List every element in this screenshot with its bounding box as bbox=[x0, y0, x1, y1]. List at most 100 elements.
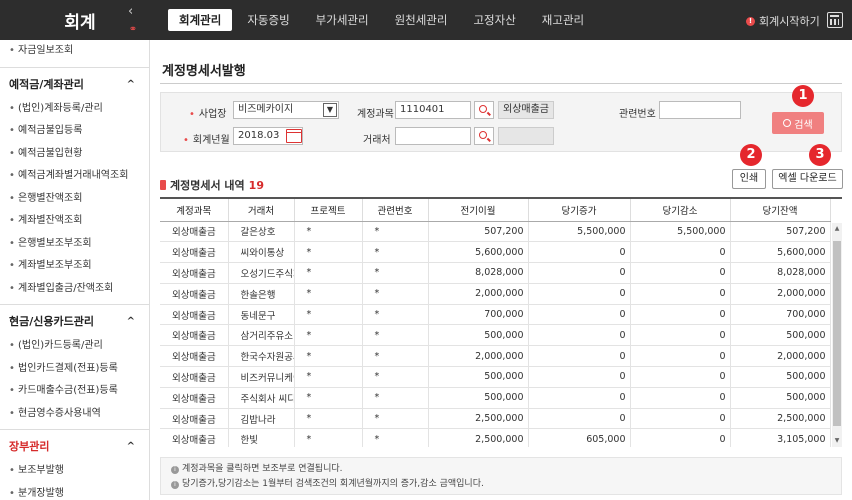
info-icon: i bbox=[171, 465, 179, 474]
table-row[interactable]: 외상매출금오성기드주식회사**8,028,000008,028,000 bbox=[160, 262, 831, 284]
table-row[interactable]: 외상매출금 한빛 * * 2,500,000 605,000 0 3,105,000 bbox=[160, 428, 831, 447]
column-header[interactable]: 프로젝트 bbox=[294, 199, 363, 222]
sidebar-item[interactable]: (법인)계좌등록/관리 bbox=[0, 98, 149, 121]
sidebar-item[interactable]: 카드매출수금(전표)등록 bbox=[0, 380, 149, 403]
column-header[interactable]: 당기증가 bbox=[528, 199, 631, 222]
table-cell[interactable]: 외상매출금 bbox=[160, 366, 229, 388]
start-accounting-button[interactable]: ! 회계시작하기 bbox=[746, 13, 820, 29]
table-cell: 8,028,000 bbox=[428, 262, 529, 284]
table-cell: * bbox=[362, 262, 429, 284]
sidebar-item[interactable]: 은행별보조부조회 bbox=[0, 233, 149, 256]
headset-icon[interactable]: ⚭ bbox=[125, 24, 141, 36]
account-code-input[interactable]: 1110401 bbox=[395, 101, 471, 119]
table-cell: 0 bbox=[630, 366, 731, 388]
table-body: 외상매출금 갈은상호 * * 507,200 5,500,000 5,500,000 507,… bbox=[160, 221, 831, 447]
table-header-row: 계정과목 거래처 프로젝트 관련번호 전기이월 당기증가 당기감소 당기잔액 bbox=[160, 199, 831, 222]
calendar-icon[interactable] bbox=[286, 129, 302, 143]
sidebar-item[interactable]: 예적금불입등록 bbox=[0, 120, 149, 143]
excel-download-button[interactable]: 엑셀 다운로드 bbox=[772, 169, 843, 189]
note-item: i 계정과목을 클릭하면 보조부로 연결됩니다. bbox=[171, 462, 831, 477]
period-label: • 회계년월 bbox=[183, 135, 230, 146]
table-cell[interactable]: 외상매출금 bbox=[160, 241, 229, 264]
table-cell[interactable]: 외상매출금 bbox=[160, 324, 229, 347]
table-row[interactable]: 외상매출금 삼거리주유소 * * 500,000 0 0 500,000 bbox=[160, 324, 831, 347]
ref-label: 관련번호 bbox=[619, 109, 656, 120]
sidebar-item[interactable]: 현금영수증사용내역 bbox=[0, 403, 149, 426]
note-item: i 당기증가,당기감소는 1월부터 검색조건의 회계년월까지의 증가,감소 금액입… bbox=[171, 477, 831, 492]
table-row[interactable]: 외상매출금 김밥나라 * * 2,500,000 0 0 2,500,000 bbox=[160, 408, 831, 430]
scrollbar-thumb[interactable] bbox=[833, 241, 841, 426]
table-cell: 2,000,000 bbox=[730, 283, 831, 305]
calculator-icon[interactable] bbox=[827, 12, 843, 28]
search-button[interactable]: 검색 bbox=[772, 112, 824, 134]
print-button[interactable]: 인쇄 bbox=[732, 169, 766, 189]
scroll-up-icon[interactable]: ▲ bbox=[832, 225, 842, 235]
table-cell: 0 bbox=[630, 304, 731, 326]
table-row[interactable]: 외상매출금 갈은상호 * * 507,200 5,500,000 5,500,000 507,… bbox=[160, 221, 831, 243]
column-header[interactable]: 관련번호 bbox=[362, 199, 429, 222]
table-cell[interactable]: 외상매출금 bbox=[160, 221, 229, 243]
sidebar-item[interactable]: 계좌별보조부조회 bbox=[0, 255, 149, 278]
sidebar-item[interactable]: (법인)카드등록/관리 bbox=[0, 335, 149, 358]
sidebar-group-deposits[interactable]: 예적금/계좌관리 ^ bbox=[0, 72, 149, 98]
nav-withholding[interactable]: 원천세관리 bbox=[384, 9, 459, 31]
sidebar-item[interactable]: 계좌별입출금/잔액조회 bbox=[0, 278, 149, 301]
table-row[interactable]: 외상매출금 주식회사 씨디 * * 500,000 0 0 500,000 bbox=[160, 387, 831, 409]
table-row[interactable]: 외상매출금한국수자원공사**2,000,000002,000,000 bbox=[160, 345, 831, 368]
table-cell: 0 bbox=[528, 408, 631, 430]
chevron-left-icon[interactable]: ‹ bbox=[128, 4, 133, 19]
vertical-scrollbar[interactable]: ▲ ▼ bbox=[832, 223, 842, 447]
account-search-button[interactable] bbox=[474, 101, 494, 119]
nav-fixed-assets[interactable]: 고정자산 bbox=[462, 9, 526, 31]
sidebar-item[interactable]: 법인카드결제(전표)등록 bbox=[0, 358, 149, 381]
table-cell[interactable]: 외상매출금 bbox=[160, 408, 229, 430]
table-cell[interactable]: 외상매출금 bbox=[160, 262, 229, 284]
sidebar-item[interactable]: 은행별잔액조회 bbox=[0, 188, 149, 211]
table-cell: 2,000,000 bbox=[428, 283, 529, 305]
table-cell[interactable]: 외상매출금 bbox=[160, 283, 229, 305]
nav-auto-evidence[interactable]: 자동증빙 bbox=[236, 9, 300, 31]
sidebar-item[interactable]: 예적금계좌별거래내역조회 bbox=[0, 165, 149, 188]
table-cell[interactable]: 외상매출금 bbox=[160, 345, 229, 368]
table-cell: 0 bbox=[630, 262, 731, 284]
column-header[interactable]: 계정과목 bbox=[160, 199, 229, 222]
ref-number-input[interactable] bbox=[659, 101, 741, 119]
biz-select[interactable]: 비즈메카이지 ▼ bbox=[233, 101, 339, 119]
table-cell: * bbox=[294, 241, 363, 264]
column-header[interactable]: 당기잔액 bbox=[730, 199, 831, 222]
column-header[interactable]: 당기감소 bbox=[630, 199, 731, 222]
table-cell: 0 bbox=[528, 304, 631, 326]
sidebar-item[interactable]: 자금일보조회 bbox=[0, 40, 149, 63]
table-row[interactable]: 외상매출금비즈커뮤니케이션**500,00000500,000 bbox=[160, 366, 831, 388]
table-cell[interactable]: 외상매출금 bbox=[160, 428, 229, 447]
table-cell: 605,000 bbox=[528, 428, 631, 447]
table-cell[interactable]: 외상매출금 bbox=[160, 304, 229, 326]
table-cell: 8,028,000 bbox=[730, 262, 831, 284]
sidebar: 자금일보조회 예적금/계좌관리 ^ (법인)계좌등록/관리 예적금불입등록 예적… bbox=[0, 40, 150, 500]
table-cell: 갈은상호 bbox=[228, 221, 295, 243]
table-row[interactable]: 외상매출금 동네문구 * * 700,000 0 0 700,000 bbox=[160, 304, 831, 326]
table-cell: 한국수자원공사 bbox=[228, 345, 295, 368]
partner-input[interactable] bbox=[395, 127, 471, 145]
sidebar-group-ledgers[interactable]: 장부관리 ^ bbox=[0, 434, 149, 460]
sidebar-item[interactable]: 분개장발행 bbox=[0, 483, 149, 500]
sidebar-group-label: 현금/신용카드관리 bbox=[9, 315, 94, 328]
sidebar-item[interactable]: 계좌별잔액조회 bbox=[0, 210, 149, 233]
search-button-label: 검색 bbox=[794, 119, 813, 131]
nav-accounting[interactable]: 회계관리 bbox=[168, 9, 233, 31]
table-cell[interactable]: 외상매출금 bbox=[160, 387, 229, 409]
table-row[interactable]: 외상매출금 씨와이통상 * * 5,600,000 0 0 5,600,000 bbox=[160, 241, 831, 264]
sidebar-item[interactable]: 예적금불입현황 bbox=[0, 143, 149, 166]
column-header[interactable]: 거래처 bbox=[228, 199, 295, 222]
sidebar-group-cards[interactable]: 현금/신용카드관리 ^ bbox=[0, 309, 149, 335]
column-header[interactable]: 전기이월 bbox=[428, 199, 529, 222]
partner-search-button[interactable] bbox=[474, 127, 494, 145]
table-row[interactable]: 외상매출금 한솔은행 * * 2,000,000 0 0 2,000,000 bbox=[160, 283, 831, 305]
nav-vat[interactable]: 부가세관리 bbox=[305, 9, 380, 31]
scroll-down-icon[interactable]: ▼ bbox=[832, 437, 842, 447]
table-cell: 0 bbox=[528, 324, 631, 347]
sidebar-item[interactable]: 보조부발행 bbox=[0, 460, 149, 483]
nav-inventory[interactable]: 재고관리 bbox=[531, 9, 595, 31]
table-cell: 507,200 bbox=[730, 221, 831, 243]
step-badge-3: 3 bbox=[809, 144, 831, 166]
